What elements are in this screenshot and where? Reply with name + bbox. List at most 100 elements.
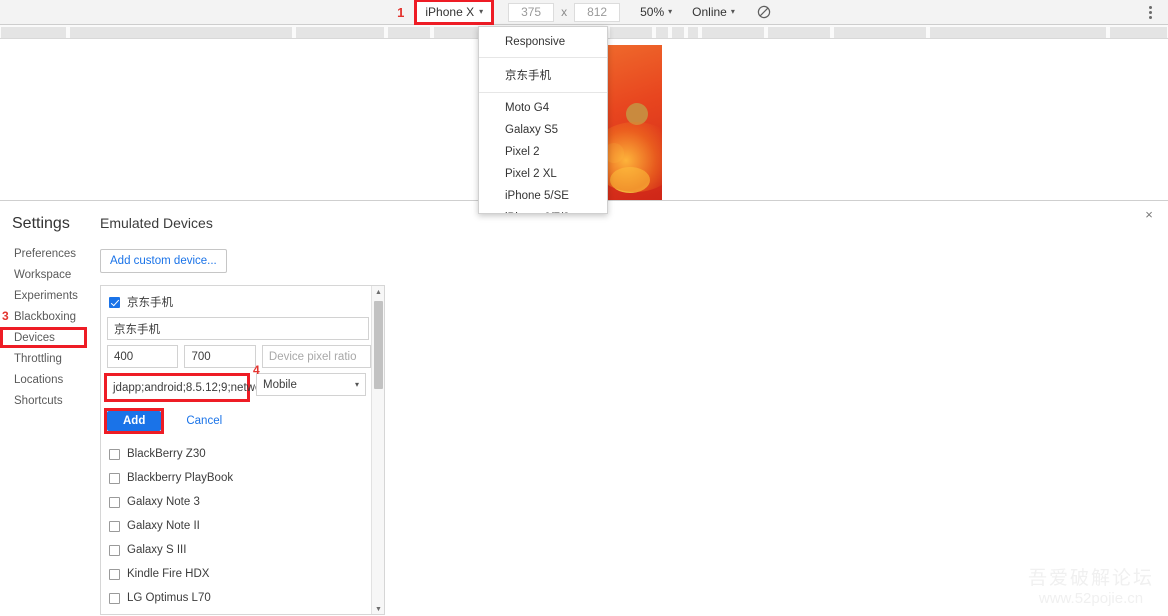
device-list-label: Galaxy S III	[127, 544, 187, 556]
checkbox-icon[interactable]	[109, 544, 120, 556]
device-height-field[interactable]: 700	[184, 345, 256, 368]
sidebar-item-locations[interactable]: Locations	[0, 369, 95, 390]
ruler-segment	[434, 27, 478, 38]
device-pixel-ratio-field[interactable]: Device pixel ratio	[261, 345, 371, 368]
device-list-label: Kindle Fire HDX	[127, 568, 210, 580]
watermark-url: www.52pojie.cn	[1038, 590, 1144, 607]
more-options-menu-icon[interactable]	[1143, 0, 1158, 25]
device-emulation-toolbar: 1 iPhone X ▾ 375 x 812 50% ▾ Online ▾	[0, 0, 1168, 25]
device-width-field[interactable]: 400	[107, 345, 179, 368]
device-list-item[interactable]: LG Optimus L70	[101, 586, 371, 610]
ruler-segment	[672, 27, 684, 38]
add-custom-device-button[interactable]: Add custom device...	[100, 249, 227, 273]
device-selector-dropdown[interactable]: iPhone X ▾	[414, 0, 495, 25]
sidebar-item-label: Devices	[14, 331, 55, 344]
sidebar-item-blackboxing[interactable]: 3 Blackboxing	[0, 306, 95, 327]
dropdown-item-iphone-6-7-8[interactable]: iPhone 6/7/8	[479, 207, 607, 213]
device-size-row: 400 700 Device pixel ratio	[101, 345, 371, 368]
device-list-scrollbar[interactable]: ▲ ▼	[371, 286, 384, 614]
dropdown-item-galaxy-s5[interactable]: Galaxy S5	[479, 119, 607, 141]
device-type-label: Mobile	[263, 378, 297, 391]
checkbox-icon[interactable]	[109, 296, 120, 308]
sidebar-item-label: Locations	[14, 373, 64, 386]
dropdown-item-custom-device[interactable]: 京东手机	[479, 62, 607, 88]
dropdown-separator	[479, 57, 607, 58]
device-list-item[interactable]: Galaxy Note II	[101, 514, 371, 538]
checkbox-icon[interactable]	[109, 592, 120, 604]
custom-device-row[interactable]: 京东手机	[101, 290, 371, 314]
device-ua-row: 4 jdapp;android;8.5.12;9;networl Mobile …	[101, 363, 371, 402]
sidebar-item-shortcuts[interactable]: Shortcuts	[0, 390, 95, 411]
custom-device-label: 京东手机	[127, 297, 173, 309]
sidebar-item-workspace[interactable]: Workspace	[0, 264, 95, 285]
ruler-segment	[388, 27, 430, 38]
device-list-label: Galaxy Note II	[127, 520, 200, 532]
device-list-item[interactable]: Kindle Fire HDX	[101, 562, 371, 586]
sidebar-item-label: Workspace	[14, 268, 72, 281]
device-type-select[interactable]: Mobile ▾	[256, 373, 366, 396]
checkbox-icon[interactable]	[109, 448, 120, 460]
chevron-down-icon: ▾	[730, 7, 735, 16]
banner-decoration	[610, 167, 650, 193]
user-agent-highlight: jdapp;android;8.5.12;9;networl	[104, 373, 268, 402]
sidebar-item-throttling[interactable]: Throttling	[0, 348, 95, 369]
no-cache-icon[interactable]	[757, 5, 771, 19]
scrollbar-thumb[interactable]	[374, 301, 383, 389]
annotation-number-3: 3	[2, 309, 9, 323]
add-button-highlight: Add	[104, 408, 165, 434]
network-throttling-selector[interactable]: Online ▾	[692, 5, 735, 19]
device-list-item[interactable]: BlackBerry Z30	[101, 442, 371, 466]
device-name-row: 京东手机	[101, 317, 371, 340]
device-list-item[interactable]: Galaxy Note 3	[101, 490, 371, 514]
user-agent-input[interactable]: jdapp;android;8.5.12;9;networl	[107, 376, 268, 399]
sidebar-item-label: Shortcuts	[14, 394, 63, 407]
device-height-input[interactable]: 812	[574, 2, 621, 22]
ruler-segment	[1110, 27, 1167, 38]
close-icon[interactable]: ×	[1140, 206, 1158, 224]
browser-devtools-screen: 1 iPhone X ▾ 375 x 812 50% ▾ Online ▾ × …	[0, 0, 1168, 616]
checkbox-icon[interactable]	[109, 568, 120, 580]
sidebar-item-preferences[interactable]: Preferences	[0, 243, 95, 264]
dropdown-item-moto-g4[interactable]: Moto G4	[479, 97, 607, 119]
checkbox-icon[interactable]	[109, 520, 120, 532]
zoom-selector[interactable]: 50% ▾	[640, 5, 672, 19]
add-device-button[interactable]: Add	[107, 411, 162, 431]
sidebar-item-label: Throttling	[14, 352, 62, 365]
dropdown-separator	[479, 92, 607, 93]
scroll-up-icon[interactable]: ▲	[372, 286, 384, 299]
device-list-item[interactable]: Laptop with HiDPI screen	[101, 610, 371, 614]
device-name-input[interactable]: 京东手机	[107, 317, 369, 340]
annotation-number-4: 4	[253, 363, 260, 377]
annotation-number-1: 1	[397, 4, 405, 20]
chevron-down-icon: ▾	[479, 7, 484, 16]
ruler-segment	[768, 27, 830, 38]
ruler-segment	[610, 27, 652, 38]
network-throttling-label: Online	[692, 5, 727, 19]
device-list-dropdown-menu: Responsive 京东手机 Moto G4 Galaxy S5 Pixel …	[478, 26, 608, 214]
device-list-item[interactable]: Galaxy S III	[101, 538, 371, 562]
ruler-segment	[702, 27, 764, 38]
dimension-separator: x	[561, 5, 568, 19]
sidebar-item-experiments[interactable]: Experiments	[0, 285, 95, 306]
checkbox-icon[interactable]	[109, 472, 120, 484]
dropdown-item-iphone-5-se[interactable]: iPhone 5/SE	[479, 185, 607, 207]
dropdown-item-pixel-2[interactable]: Pixel 2	[479, 141, 607, 163]
section-heading: Emulated Devices	[100, 215, 213, 231]
scroll-down-icon[interactable]: ▼	[372, 603, 384, 614]
device-list-item[interactable]: Blackberry PlayBook	[101, 466, 371, 490]
dropdown-item-responsive[interactable]: Responsive	[479, 31, 607, 53]
watermark-text: 吾爱破解论坛	[1027, 568, 1154, 590]
emulated-devices-section: Emulated Devices Add custom device... 京东…	[100, 215, 385, 615]
zoom-level-label: 50%	[640, 5, 665, 19]
ruler-segment	[930, 27, 1106, 38]
ruler-segment	[1, 27, 66, 38]
ruler-segment	[656, 27, 668, 38]
sidebar-item-devices[interactable]: Devices	[0, 327, 87, 348]
ruler-segment	[296, 27, 384, 38]
dropdown-item-pixel-2-xl[interactable]: Pixel 2 XL	[479, 163, 607, 185]
cancel-button[interactable]: Cancel	[174, 411, 234, 431]
checkbox-icon[interactable]	[109, 496, 120, 508]
sidebar-item-label: Experiments	[14, 289, 78, 302]
device-width-input[interactable]: 375	[508, 2, 555, 22]
watermark: 吾爱破解论坛 www.52pojie.cn	[1027, 568, 1154, 608]
